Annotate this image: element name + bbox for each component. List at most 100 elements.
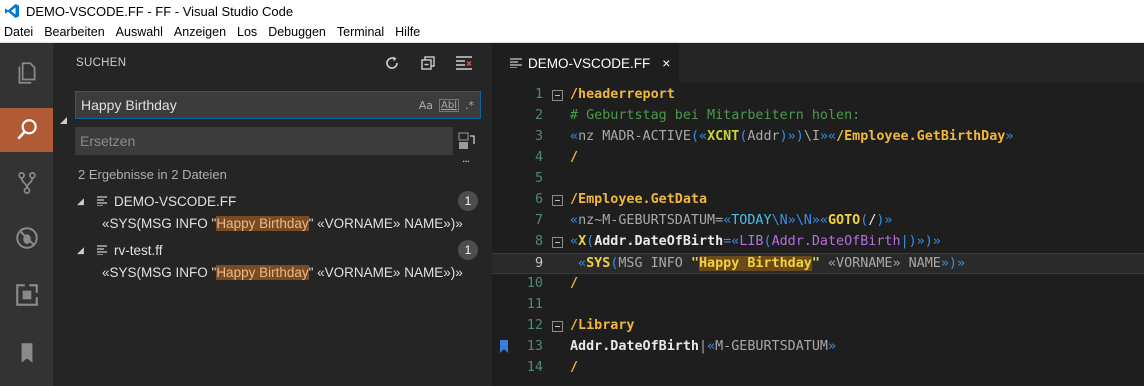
code-token: « bbox=[707, 339, 716, 354]
line-number: 1 bbox=[534, 87, 543, 102]
code-line[interactable]: 14 / bbox=[492, 358, 1144, 379]
code-token: MADR-ACTIVE bbox=[602, 129, 691, 144]
debug-icon[interactable] bbox=[0, 216, 53, 260]
code-text: / bbox=[570, 360, 578, 375]
menu-los[interactable]: Los bbox=[237, 25, 257, 39]
code-token: \N bbox=[795, 213, 812, 228]
extensions-icon[interactable] bbox=[0, 273, 53, 317]
code-text: Addr.DateOfBirth|«M-GEBURTSDATUM» bbox=[570, 339, 836, 354]
file-icon bbox=[97, 196, 107, 206]
refresh-icon[interactable] bbox=[382, 53, 402, 73]
source-control-icon[interactable] bbox=[0, 161, 53, 205]
code-token: XCNT bbox=[707, 129, 740, 144]
code-token: X bbox=[578, 234, 587, 249]
code-line[interactable]: 2 # Geburtstag bei Mitarbeitern holen: bbox=[492, 106, 1144, 127]
code-token: M-GEBURTSDATUM bbox=[715, 339, 828, 354]
menu-bearbeiten[interactable]: Bearbeiten bbox=[44, 25, 104, 39]
bookmarks-icon[interactable] bbox=[0, 331, 53, 375]
code-line[interactable]: 9 «SYS(MSG INFO "Happy Birthday" «VORNAM… bbox=[492, 253, 1144, 274]
code-line[interactable]: 12/Library bbox=[492, 316, 1144, 337]
match-whole-word-toggle[interactable]: Abl bbox=[439, 98, 459, 112]
search-input[interactable] bbox=[76, 97, 419, 113]
use-regex-toggle[interactable]: .* bbox=[465, 99, 474, 112]
code-token: nz bbox=[578, 129, 603, 144]
code-token: Addr.DateOfBirth bbox=[771, 234, 901, 249]
tab-bar: DEMO-VSCODE.FF × bbox=[492, 43, 1144, 83]
menu-datei[interactable]: Datei bbox=[4, 25, 33, 39]
menu-debuggen[interactable]: Debuggen bbox=[268, 25, 326, 39]
code-token: /Employee.GetData bbox=[570, 192, 708, 207]
code-token: » bbox=[1005, 129, 1014, 144]
file-icon bbox=[510, 58, 522, 68]
code-token: )» bbox=[876, 213, 893, 228]
code-token: /Library bbox=[570, 318, 635, 333]
editor-area: DEMO-VSCODE.FF × 1/headerreport 2 # Geburt… bbox=[492, 43, 1144, 386]
code-line[interactable]: 6/Employee.GetData bbox=[492, 190, 1144, 211]
result-file-name: DEMO-VSCODE.FF bbox=[114, 193, 237, 209]
result-file-row[interactable]: ◢ rv-test.ff 1 bbox=[53, 239, 492, 261]
expand-chevron-icon[interactable]: ◢ bbox=[77, 196, 84, 207]
code-token: \N bbox=[771, 213, 788, 228]
result-count-badge: 1 bbox=[458, 240, 478, 260]
code-token: /Employee.GetBirthDay bbox=[836, 129, 1006, 144]
result-count-badge: 1 bbox=[458, 191, 478, 211]
code-text: «SYS(MSG INFO "Happy Birthday" «VORNAME»… bbox=[570, 256, 965, 271]
code-token: «VORNAME» NAME bbox=[819, 256, 941, 271]
fold-toggle-icon[interactable] bbox=[552, 90, 563, 101]
code-token: SYS bbox=[586, 256, 611, 271]
line-number: 4 bbox=[534, 150, 543, 165]
code-line[interactable]: 10 / bbox=[492, 274, 1144, 295]
code-text: # Geburtstag bei Mitarbeitern holen: bbox=[570, 108, 860, 123]
result-file-row[interactable]: ◢ DEMO-VSCODE.FF 1 bbox=[53, 190, 492, 212]
code-line[interactable]: 13 Addr.DateOfBirth|«M-GEBURTSDATUM» bbox=[492, 337, 1144, 358]
result-match-row[interactable]: «SYS(MSG INFO "Happy Birthday" «VORNAME»… bbox=[102, 216, 463, 231]
line-number: 7 bbox=[534, 213, 543, 228]
menu-anzeigen[interactable]: Anzeigen bbox=[174, 25, 226, 39]
code-token: GOTO bbox=[828, 213, 861, 228]
code-token: / bbox=[570, 150, 579, 165]
menu-hilfe[interactable]: Hilfe bbox=[395, 25, 420, 39]
fold-toggle-icon[interactable] bbox=[552, 237, 563, 248]
code-token: )») bbox=[779, 129, 804, 144]
editor-tab[interactable]: DEMO-VSCODE.FF × bbox=[492, 43, 679, 83]
line-number: 13 bbox=[526, 339, 543, 354]
code-text: /Employee.GetData bbox=[570, 192, 707, 207]
match-case-toggle[interactable]: Aa bbox=[419, 99, 433, 112]
tab-label: DEMO-VSCODE.FF bbox=[528, 55, 651, 71]
code-text: «nz~M-GEBURTSDATUM=«TODAY\N»\N»«GOTO(/)» bbox=[570, 213, 893, 228]
code-line[interactable]: 4/ bbox=[492, 148, 1144, 169]
close-icon[interactable]: × bbox=[662, 55, 670, 71]
activity-bar bbox=[0, 43, 53, 386]
fold-toggle-icon[interactable] bbox=[552, 321, 563, 332]
result-match-row[interactable]: «SYS(MSG INFO "Happy Birthday" «VORNAME»… bbox=[102, 265, 463, 280]
clear-results-icon[interactable] bbox=[454, 53, 474, 73]
code-token: »)» bbox=[940, 256, 966, 271]
code-token: « bbox=[570, 213, 579, 228]
code-line[interactable]: 1/headerreport bbox=[492, 85, 1144, 106]
explorer-icon[interactable] bbox=[0, 51, 53, 95]
collapse-all-icon[interactable] bbox=[418, 53, 438, 73]
replace-all-icon[interactable] bbox=[458, 132, 476, 150]
menu-terminal[interactable]: Terminal bbox=[337, 25, 384, 39]
match-highlight: Happy Birthday bbox=[216, 216, 309, 231]
code-line[interactable]: 3 «nz MADR-ACTIVE(«XCNT(Addr)»)\I»«/Emplo… bbox=[492, 127, 1144, 148]
code-token: « bbox=[570, 256, 587, 271]
line-number: 11 bbox=[526, 297, 543, 312]
menu-auswahl[interactable]: Auswahl bbox=[116, 25, 163, 39]
code-line[interactable]: 7 «nz~M-GEBURTSDATUM=«TODAY\N»\N»«GOTO(/)… bbox=[492, 211, 1144, 232]
fold-toggle-icon[interactable] bbox=[552, 195, 563, 206]
code-line[interactable]: 5 bbox=[492, 169, 1144, 190]
code-token: | bbox=[699, 339, 708, 354]
code-token: « bbox=[570, 234, 579, 249]
toggle-replace-chevron-icon[interactable] bbox=[59, 116, 69, 126]
code-line[interactable]: 8 «X(Addr.DateOfBirth=«LIB(Addr.DateOfBir… bbox=[492, 232, 1144, 253]
replace-input[interactable] bbox=[75, 133, 453, 149]
match-highlight: Happy Birthday bbox=[216, 265, 309, 280]
toggle-search-details-button[interactable]: ... bbox=[462, 151, 470, 165]
code-token: TODAY bbox=[731, 213, 772, 228]
expand-chevron-icon[interactable]: ◢ bbox=[77, 245, 84, 256]
menu-bar: Datei Bearbeiten Auswahl Anzeigen Los De… bbox=[0, 22, 1144, 43]
replace-input-box bbox=[75, 127, 453, 155]
search-icon[interactable] bbox=[0, 108, 53, 152]
code-line[interactable]: 11 bbox=[492, 295, 1144, 316]
